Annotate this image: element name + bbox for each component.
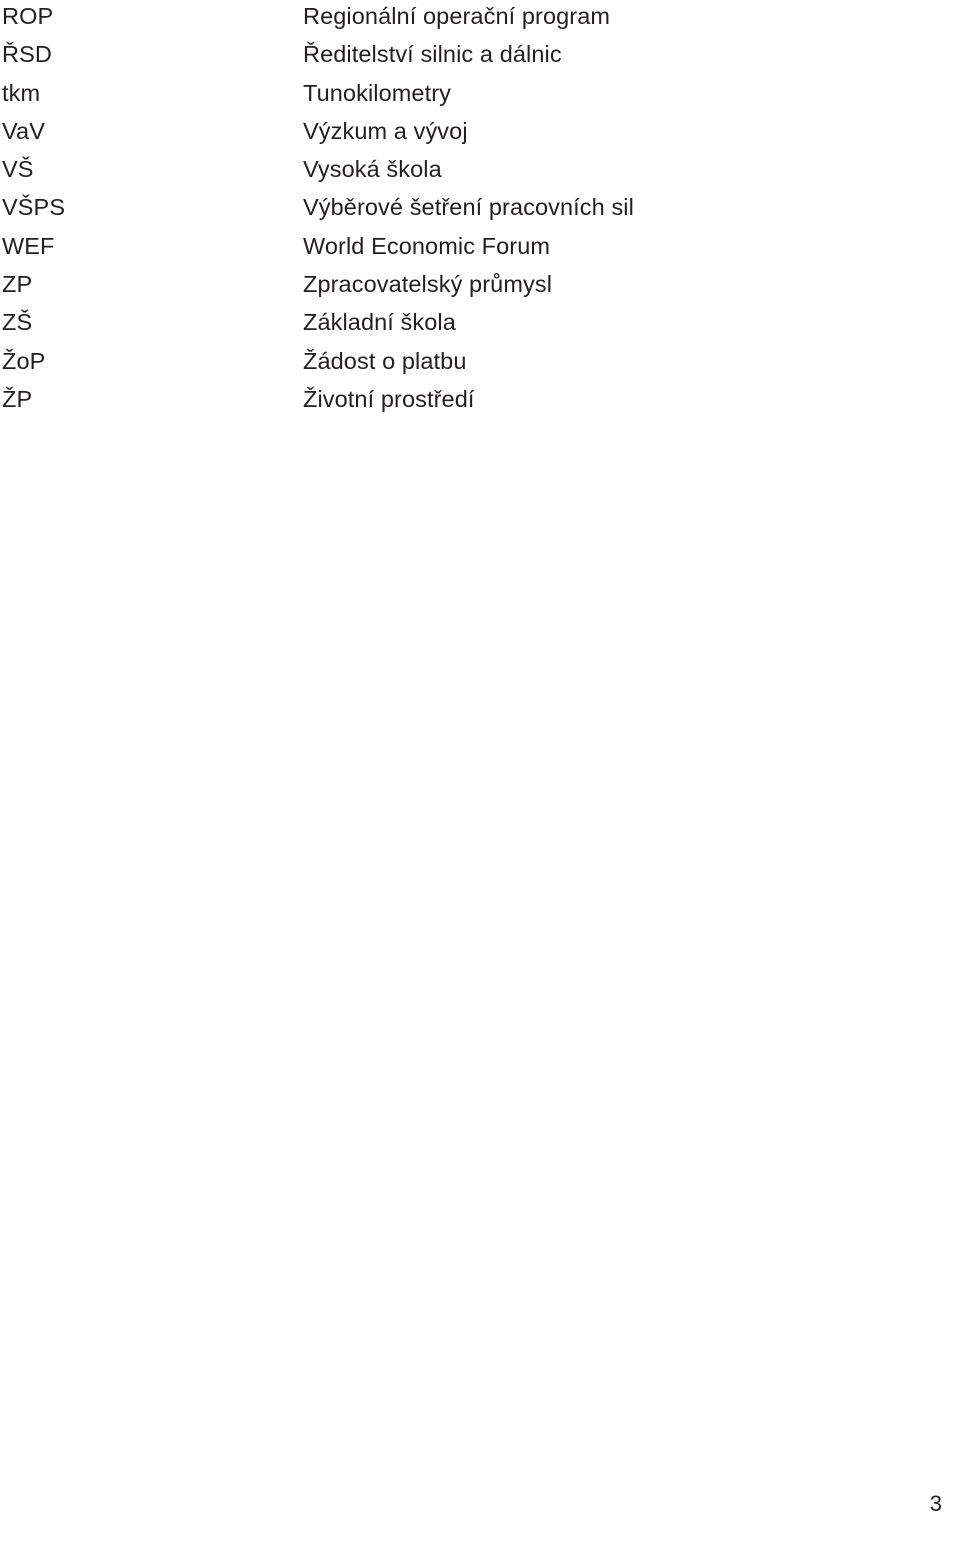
- abbreviation-term: ŘSD: [2, 41, 52, 68]
- list-item: VaV Výzkum a vývoj: [0, 112, 960, 150]
- document-page: ROP Regionální operační program ŘSD Ředi…: [0, 0, 960, 1543]
- list-item: ŘSD Ředitelství silnic a dálnic: [0, 35, 960, 73]
- abbreviation-definition: Výběrové šetření pracovních sil: [303, 194, 634, 221]
- list-item: ŽoP Žádost o platbu: [0, 342, 960, 380]
- abbreviation-definition: Vysoká škola: [303, 156, 442, 183]
- abbreviation-definition: Žádost o platbu: [303, 347, 467, 374]
- abbreviation-term: tkm: [2, 79, 41, 106]
- abbreviation-definition: Tunokilometry: [303, 79, 452, 106]
- abbreviation-term: ZŠ: [2, 309, 33, 336]
- abbreviation-term: VaV: [2, 117, 45, 144]
- list-item: ŽP Životní prostředí: [0, 380, 960, 418]
- list-item: VŠ Vysoká škola: [0, 150, 960, 188]
- abbreviation-term: VŠPS: [2, 194, 66, 221]
- list-item: ROP Regionální operační program: [0, 0, 960, 35]
- abbreviation-term: ZP: [2, 271, 33, 298]
- abbreviation-definition: Základní škola: [303, 309, 456, 336]
- abbreviation-term: WEF: [2, 232, 55, 259]
- list-item: ZP Zpracovatelský průmysl: [0, 265, 960, 303]
- abbreviation-definition: Zpracovatelský průmysl: [303, 271, 553, 298]
- list-item: WEF World Economic Forum: [0, 227, 960, 265]
- abbreviation-term: ŽP: [2, 385, 33, 412]
- abbreviation-definition: Ředitelství silnic a dálnic: [303, 41, 562, 68]
- abbreviation-definition: Životní prostředí: [303, 385, 475, 412]
- abbreviation-term: ŽoP: [2, 347, 46, 374]
- abbreviation-definition: Regionální operační program: [303, 3, 611, 29]
- abbreviation-glossary-list: ROP Regionální operační program ŘSD Ředi…: [0, 0, 960, 418]
- abbreviation-term: ROP: [2, 3, 54, 29]
- list-item: tkm Tunokilometry: [0, 74, 960, 112]
- abbreviation-definition: World Economic Forum: [303, 232, 551, 259]
- list-item: ZŠ Základní škola: [0, 303, 960, 341]
- list-item: VŠPS Výběrové šetření pracovních sil: [0, 188, 960, 226]
- page-footer: 3: [0, 1489, 960, 1519]
- abbreviation-definition: Výzkum a vývoj: [303, 117, 468, 144]
- abbreviation-term: VŠ: [2, 156, 34, 183]
- page-number: 3: [929, 1491, 942, 1516]
